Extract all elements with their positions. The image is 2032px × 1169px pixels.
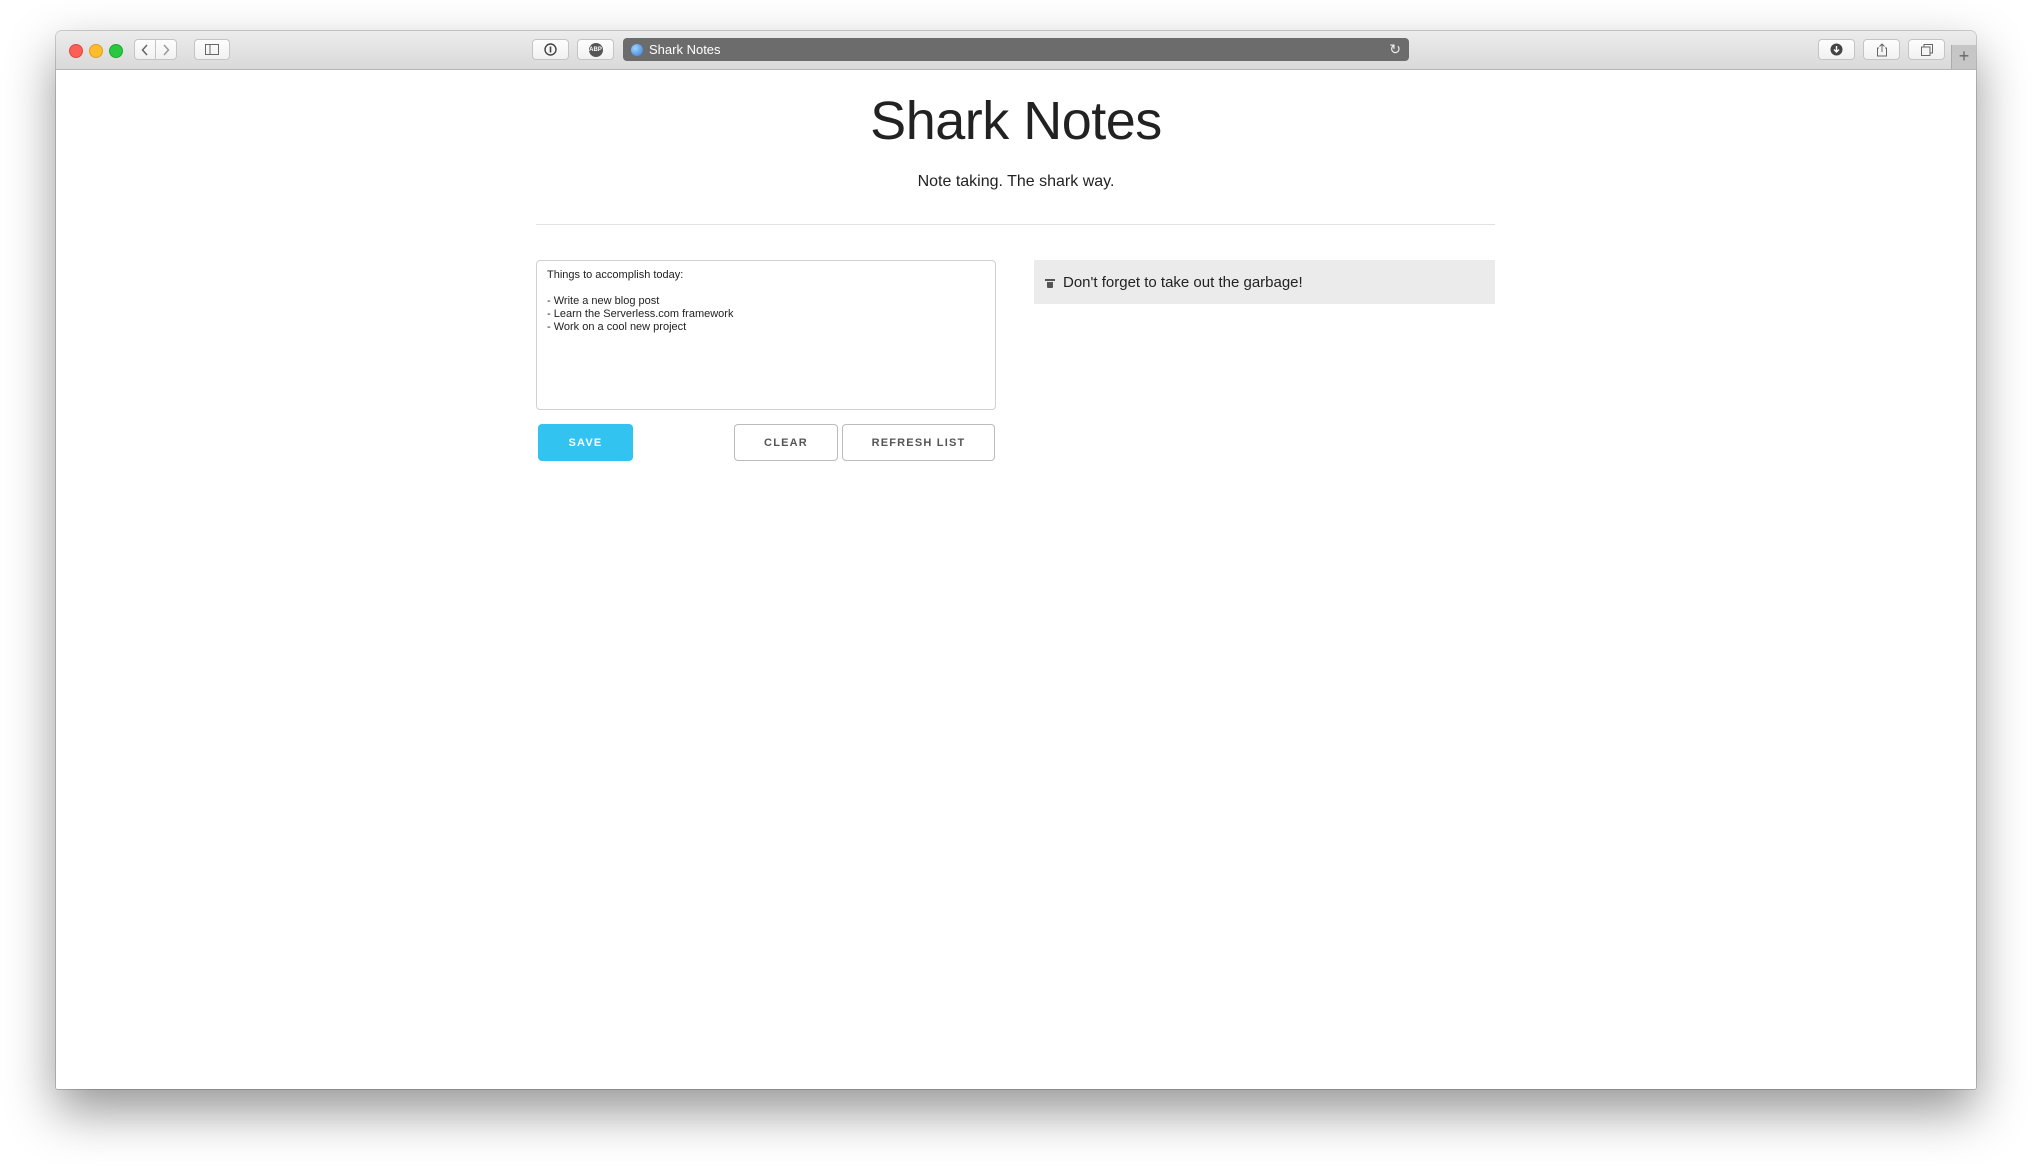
note-text: Don't forget to take out the garbage! — [1063, 273, 1303, 291]
info-icon — [544, 43, 557, 56]
close-window-button[interactable] — [69, 44, 83, 58]
chevron-left-icon — [141, 43, 148, 56]
browser-window: ABP Shark Notes ↻ + Shark Notes Note tak… — [56, 31, 1976, 1089]
download-icon — [1830, 43, 1843, 56]
forward-button[interactable] — [155, 39, 177, 60]
note-input[interactable] — [536, 260, 996, 410]
save-button[interactable]: SAVE — [538, 424, 633, 461]
notes-list: Don't forget to take out the garbage! — [1034, 260, 1495, 304]
chevron-right-icon — [163, 43, 170, 56]
page-content: Shark Notes Note taking. The shark way. … — [56, 70, 1976, 1089]
adblock-button[interactable]: ABP — [577, 39, 614, 60]
sidebar-toggle-button[interactable] — [194, 39, 230, 60]
adblock-icon: ABP — [588, 42, 603, 57]
globe-icon — [631, 43, 643, 56]
new-tab-button[interactable]: + — [1951, 45, 1976, 69]
back-button[interactable] — [134, 39, 156, 60]
trash-icon[interactable] — [1045, 278, 1055, 288]
address-bar[interactable]: Shark Notes ↻ — [623, 38, 1409, 61]
tabs-icon — [1920, 43, 1933, 56]
page-tagline: Note taking. The shark way. — [917, 173, 1115, 190]
refresh-list-button[interactable]: REFRESH LIST — [842, 424, 995, 461]
minimize-window-button[interactable] — [89, 44, 103, 58]
clear-button[interactable]: CLEAR — [734, 424, 838, 461]
share-icon — [1876, 42, 1887, 56]
downloads-button[interactable] — [1818, 39, 1855, 60]
share-button[interactable] — [1863, 39, 1900, 60]
browser-toolbar: ABP Shark Notes ↻ + — [56, 31, 1976, 70]
reload-icon[interactable]: ↻ — [1389, 41, 1401, 58]
plus-icon: + — [1958, 46, 1970, 66]
show-tabs-button[interactable] — [1908, 39, 1945, 60]
address-bar-title: Shark Notes — [649, 42, 721, 57]
page-title: Shark Notes — [870, 91, 1162, 151]
divider — [536, 224, 1495, 225]
note-item[interactable]: Don't forget to take out the garbage! — [1034, 260, 1495, 304]
zoom-window-button[interactable] — [109, 44, 123, 58]
reader-info-button[interactable] — [532, 39, 569, 60]
sidebar-icon — [205, 44, 219, 55]
